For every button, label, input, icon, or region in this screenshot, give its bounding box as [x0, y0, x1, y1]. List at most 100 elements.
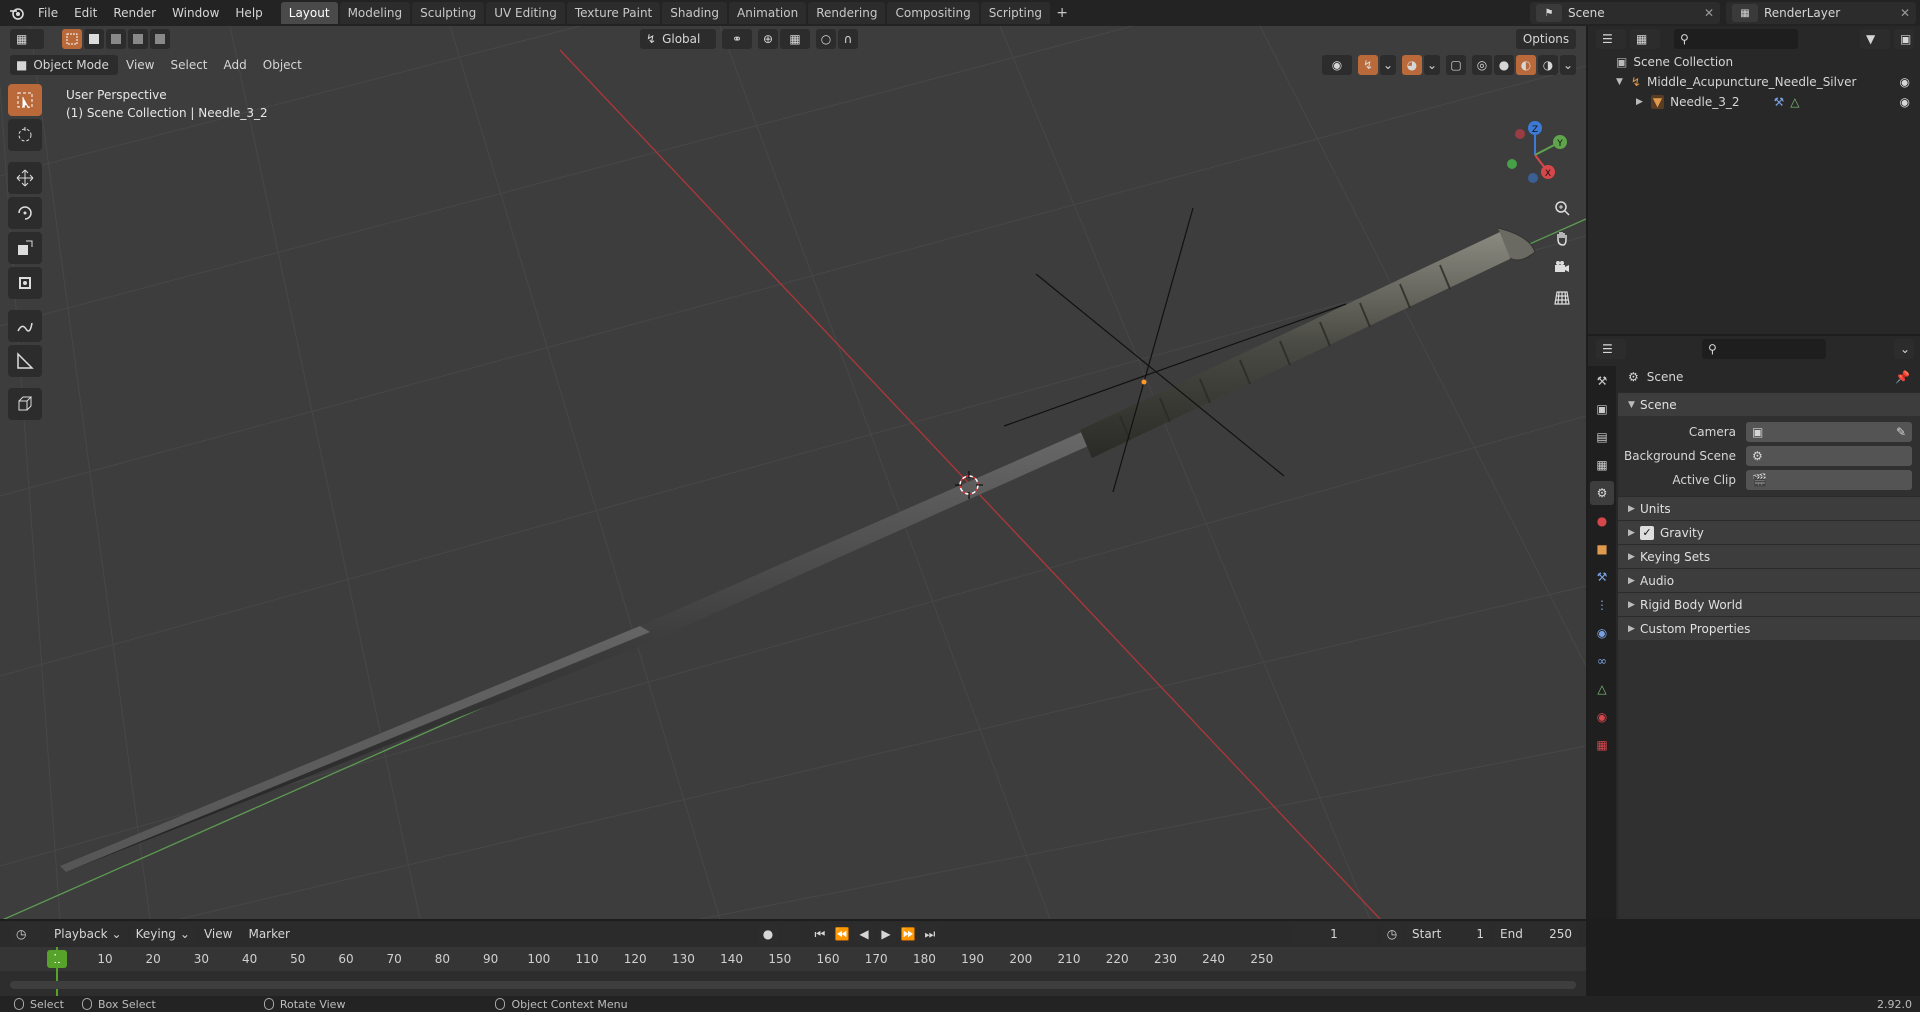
play-icon[interactable]: ▶	[875, 924, 896, 944]
options-dropdown[interactable]: Options	[1516, 29, 1576, 49]
active-clip-field[interactable]: 🎬	[1746, 470, 1912, 490]
prev-keyframe-icon[interactable]: ⏪	[831, 924, 852, 944]
background-scene-field[interactable]: ⚙	[1746, 446, 1912, 466]
overlays-toggle-icon[interactable]: ◕	[1402, 55, 1422, 75]
auto-key-icon[interactable]	[779, 924, 800, 944]
timeline-menu-marker[interactable]: Marker	[240, 927, 297, 941]
object-mode-dropdown[interactable]: ■ Object Mode	[10, 55, 118, 75]
scene-panel-header[interactable]: ▼ Scene	[1618, 392, 1920, 416]
menu-render[interactable]: Render	[105, 2, 164, 24]
camera-field[interactable]: ▣ ✎	[1746, 422, 1912, 442]
tab-rendering[interactable]: Rendering	[808, 2, 886, 24]
select-box-tool-icon[interactable]	[8, 84, 42, 116]
annotate-tool-icon[interactable]	[8, 310, 42, 342]
3d-viewport[interactable]: User Perspective (1) Scene Collection | …	[0, 26, 1586, 919]
timeline-editor-type-icon[interactable]: ◷	[10, 924, 40, 944]
jump-end-icon[interactable]: ⏭	[919, 924, 940, 944]
pan-hand-icon[interactable]	[1550, 226, 1574, 250]
timeline-menu-view[interactable]: View	[196, 927, 240, 941]
transform-orientation-dropdown[interactable]: ↯ Global	[640, 29, 716, 49]
menu-view[interactable]: View	[118, 58, 162, 72]
scale-tool-icon[interactable]	[8, 232, 42, 264]
menu-select[interactable]: Select	[162, 58, 215, 72]
physics-tab-icon[interactable]: ◉	[1590, 621, 1614, 645]
outliner-row-needle-3-2[interactable]: ▶ ▼ Needle_3_2 ⚒ △ ◉	[1588, 92, 1920, 112]
current-frame-field[interactable]: 1	[1292, 924, 1376, 944]
particles-tab-icon[interactable]: ⋮	[1590, 593, 1614, 617]
select-box-icon[interactable]	[62, 29, 82, 49]
material-shading-icon[interactable]: ◐	[1516, 55, 1536, 75]
tab-animation[interactable]: Animation	[729, 2, 807, 24]
add-workspace-button[interactable]: +	[1052, 5, 1072, 21]
snap-icon[interactable]: ⊕	[758, 29, 778, 49]
solid-shading-icon[interactable]: ●	[1494, 55, 1514, 75]
ortho-grid-icon[interactable]	[1550, 286, 1574, 310]
select-mode-intersect-icon[interactable]	[150, 29, 170, 49]
tab-layout[interactable]: Layout	[280, 2, 338, 24]
close-icon[interactable]: ✕	[1704, 6, 1714, 20]
blender-logo-icon[interactable]	[4, 2, 30, 24]
properties-editor-type-icon[interactable]: ☰	[1596, 339, 1626, 359]
rigid-body-world-panel-header[interactable]: ▶ Rigid Body World	[1618, 592, 1920, 616]
tool-tab-icon[interactable]: ⚒	[1590, 369, 1614, 393]
move-tool-icon[interactable]	[8, 162, 42, 194]
object-tab-icon[interactable]: ■	[1590, 537, 1614, 561]
tab-compositing[interactable]: Compositing	[887, 2, 979, 24]
gravity-checkbox[interactable]: ✓	[1640, 525, 1654, 540]
tab-modeling[interactable]: Modeling	[339, 2, 411, 24]
data-tab-icon[interactable]: △	[1590, 677, 1614, 701]
falloff-icon[interactable]: ∩	[838, 29, 858, 49]
snap-target-icon[interactable]: ▦	[780, 29, 810, 49]
transform-tool-icon[interactable]	[8, 267, 42, 299]
record-icon[interactable]: ●	[757, 924, 778, 944]
menu-edit[interactable]: Edit	[66, 2, 105, 24]
menu-object[interactable]: Object	[255, 58, 310, 72]
jump-start-icon[interactable]: ⏮	[809, 924, 830, 944]
wireframe-shading-icon[interactable]: ◎	[1472, 55, 1492, 75]
next-keyframe-icon[interactable]: ⏩	[897, 924, 918, 944]
new-collection-icon[interactable]: ▣	[1894, 29, 1914, 49]
mesh-data-icon[interactable]: △	[1790, 95, 1799, 109]
viewport-canvas[interactable]	[0, 26, 1586, 919]
menu-add[interactable]: Add	[216, 58, 255, 72]
expand-arrow-icon[interactable]: ▼	[1616, 77, 1623, 87]
chevron-down-icon[interactable]: ⌄	[1424, 55, 1440, 75]
chevron-down-icon[interactable]: ⌄	[1380, 55, 1396, 75]
rendered-shading-icon[interactable]: ◑	[1538, 55, 1558, 75]
view-layer-tab-icon[interactable]: ▦	[1590, 453, 1614, 477]
eyedropper-icon[interactable]: ✎	[1896, 425, 1906, 439]
outliner-row-middle-needle[interactable]: ▼ ↯ Middle_Acupuncture_Needle_Silver ◉	[1588, 72, 1920, 92]
world-tab-icon[interactable]: ●	[1590, 509, 1614, 533]
properties-search-input[interactable]: ⚲	[1702, 339, 1826, 359]
texture-tab-icon[interactable]: ▦	[1590, 733, 1614, 757]
timeline-scrollbar[interactable]	[10, 981, 1576, 989]
select-mode-extend-icon[interactable]	[106, 29, 126, 49]
timeline-ruler[interactable]: 1 10203040506070809010011012013014015016…	[0, 947, 1586, 971]
navigation-gizmo[interactable]: Z Y X	[1500, 120, 1570, 305]
gravity-panel-header[interactable]: ▶ ✓ Gravity	[1618, 520, 1920, 544]
use-preview-range-icon[interactable]: ◷	[1382, 924, 1402, 944]
outliner-row-scene-collection[interactable]: ▣ Scene Collection	[1588, 52, 1920, 72]
scene-selector[interactable]: ⚑ Scene ✕	[1530, 2, 1720, 24]
tab-scripting[interactable]: Scripting	[980, 2, 1051, 24]
scene-tab-icon[interactable]: ⚙	[1590, 481, 1614, 505]
axis-gizmo[interactable]: Z Y X	[1500, 120, 1570, 190]
zoom-icon[interactable]	[1550, 196, 1574, 220]
tab-uv-editing[interactable]: UV Editing	[486, 2, 565, 24]
outliner-editor-type-icon[interactable]: ☰	[1596, 29, 1626, 49]
pivot-point-icon[interactable]: ⚭	[722, 29, 752, 49]
units-panel-header[interactable]: ▶ Units	[1618, 496, 1920, 520]
eye-icon[interactable]: ◉	[1900, 95, 1910, 109]
pin-icon[interactable]: 📌	[1895, 370, 1910, 384]
menu-window[interactable]: Window	[164, 2, 227, 24]
select-mode-new-icon[interactable]	[84, 29, 104, 49]
view-layer-selector[interactable]: ▦ RenderLayer ✕	[1726, 2, 1916, 24]
outliner-search-input[interactable]: ⚲	[1674, 29, 1798, 49]
constraints-tab-icon[interactable]: ∞	[1590, 649, 1614, 673]
output-tab-icon[interactable]: ▤	[1590, 425, 1614, 449]
tab-shading[interactable]: Shading	[662, 2, 727, 24]
modifier-tab-icon[interactable]: ⚒	[1590, 565, 1614, 589]
playback-dropdown[interactable]: Playback ⌄	[48, 924, 128, 944]
start-frame-field[interactable]: Start 1	[1406, 924, 1490, 944]
visibility-eye-icon[interactable]: ◉	[1322, 55, 1352, 75]
